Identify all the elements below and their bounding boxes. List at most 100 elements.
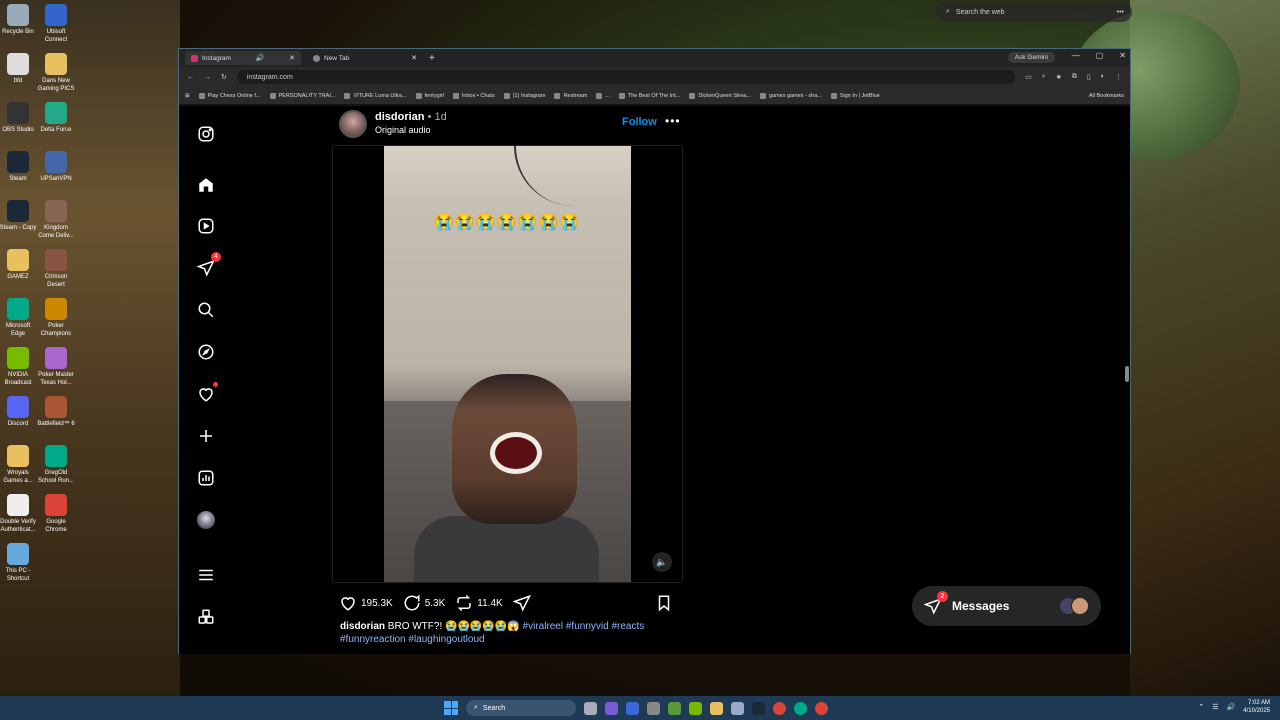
- clock[interactable]: 7:02 AM 4/10/2025: [1243, 699, 1270, 715]
- instagram-logo-icon[interactable]: [195, 123, 217, 145]
- minimize-icon[interactable]: —: [1072, 51, 1080, 60]
- app-icon[interactable]: [731, 701, 744, 715]
- desktop-icon[interactable]: Recycle Bin: [0, 4, 38, 36]
- task-view-icon[interactable]: [584, 701, 597, 715]
- desktop-icon[interactable]: Ubisoft Connect: [36, 4, 76, 44]
- bookmark-item[interactable]: VITURE Luma Ultra...: [344, 92, 407, 99]
- dashboard-icon[interactable]: [195, 467, 217, 489]
- page-scrollbar[interactable]: [1125, 366, 1129, 382]
- bookmark-item[interactable]: Sign In | JetBlue: [830, 92, 880, 99]
- desktop-icon[interactable]: Microsoft Edge: [0, 298, 38, 338]
- bookmark-item[interactable]: The Best Of The Int...: [618, 92, 680, 99]
- close-tab-icon[interactable]: ✕: [411, 54, 417, 62]
- bookmark-item[interactable]: Inbox • Chats: [452, 92, 495, 99]
- desktop-icon[interactable]: OBS Studio: [0, 102, 38, 134]
- url-field[interactable]: instagram.com: [236, 70, 1016, 84]
- nvidia-icon[interactable]: [689, 701, 702, 715]
- desktop-icon[interactable]: Double Verify Authenticat...: [0, 494, 38, 534]
- bookmark-item[interactable]: games games - sha...: [759, 92, 822, 99]
- desktop-icon[interactable]: NVIDIA Broadcast: [0, 347, 38, 387]
- zoom-icon[interactable]: ⌕: [1042, 73, 1046, 81]
- audio-label[interactable]: Original audio: [375, 125, 431, 135]
- desktop-icon[interactable]: Poker Champions: [36, 298, 76, 338]
- bookmark-item[interactable]: fentygirl: [415, 92, 444, 99]
- reels-icon[interactable]: [195, 215, 217, 237]
- bookmark-item[interactable]: Restream: [554, 92, 587, 99]
- bookmark-item[interactable]: DickenQueen Strea...: [689, 92, 751, 99]
- profile-avatar[interactable]: [195, 509, 217, 531]
- desktop-icon[interactable]: Discord: [0, 396, 38, 428]
- edge-icon[interactable]: [794, 701, 807, 715]
- save-button[interactable]: [655, 594, 673, 612]
- more-menu-icon[interactable]: [195, 564, 217, 586]
- bookmark-star-icon[interactable]: ★: [1056, 73, 1062, 81]
- chrome-icon[interactable]: [815, 701, 828, 715]
- explore-compass-icon[interactable]: [195, 341, 217, 363]
- steam-icon[interactable]: [752, 701, 765, 715]
- app-icon[interactable]: [605, 701, 618, 715]
- messages-button[interactable]: 2 Messages: [912, 586, 1101, 626]
- desktop-icon[interactable]: Delta Force: [36, 102, 76, 134]
- more-icon[interactable]: •••: [1117, 9, 1124, 16]
- desktop-icon[interactable]: Kingdom Come Deliv...: [36, 200, 76, 240]
- speaker-icon[interactable]: 🔊: [256, 54, 265, 62]
- bookmark-item[interactable]: PERSONALITY TRAI...: [269, 92, 335, 99]
- tab-instagram[interactable]: Instagram 🔊 ✕: [185, 51, 301, 65]
- ask-gemini-button[interactable]: Ask Gemini: [1007, 52, 1055, 63]
- desktop-icon[interactable]: Steam: [0, 151, 38, 183]
- desktop-icon[interactable]: bfd: [0, 53, 38, 85]
- desktop-icon[interactable]: Wroyals Games a...: [0, 445, 38, 485]
- desktop-icon[interactable]: GregOld School Run...: [36, 445, 76, 485]
- author-avatar[interactable]: [339, 110, 367, 138]
- desktop-icon[interactable]: This PC - Shortcut: [0, 543, 38, 583]
- desktop-icon[interactable]: Google Chrome: [36, 494, 76, 534]
- file-explorer-icon[interactable]: [710, 701, 723, 715]
- bookmark-item[interactable]: ...: [596, 92, 610, 99]
- desktop-icon[interactable]: Steam - Copy: [0, 200, 38, 232]
- home-icon[interactable]: [195, 174, 217, 196]
- chevron-up-icon[interactable]: ⌃: [1198, 703, 1204, 711]
- forward-icon[interactable]: →: [204, 74, 211, 81]
- app-icon[interactable]: [668, 701, 681, 715]
- bookmark-item[interactable]: (1) Instagram: [503, 92, 545, 99]
- desktop-icon[interactable]: Battlefield™ 6: [36, 396, 76, 428]
- cast-icon[interactable]: ▭: [1025, 73, 1032, 81]
- web-search-bar[interactable]: ⌕ Search the web •••: [936, 2, 1132, 22]
- all-bookmarks-button[interactable]: All Bookmarks: [1089, 93, 1124, 99]
- taskbar-search[interactable]: ⌕ Search: [466, 700, 576, 716]
- new-tab-button[interactable]: +: [429, 53, 435, 64]
- reel-video[interactable]: 😭😭😭😭😭😭😭 🔈: [332, 145, 683, 583]
- follow-button[interactable]: Follow: [622, 116, 657, 128]
- desktop-icon[interactable]: Poker Master Texas Hol...: [36, 347, 76, 387]
- username-text[interactable]: disdorian: [375, 111, 425, 123]
- menu-icon[interactable]: ⋮: [1115, 73, 1122, 81]
- app-icon[interactable]: [626, 701, 639, 715]
- direct-messages-icon[interactable]: 4: [195, 252, 221, 279]
- meta-apps-icon[interactable]: [195, 606, 217, 628]
- close-window-icon[interactable]: ✕: [1119, 51, 1126, 60]
- sound-toggle-icon[interactable]: 🔈: [652, 552, 672, 572]
- settings-gear-icon[interactable]: [647, 701, 660, 715]
- chrome-icon[interactable]: [773, 701, 786, 715]
- desktop-icon[interactable]: UPSanVPN: [36, 151, 76, 183]
- close-tab-icon[interactable]: ✕: [289, 54, 295, 62]
- sidebar-icon[interactable]: ▯: [1087, 73, 1091, 81]
- back-icon[interactable]: ←: [187, 74, 194, 81]
- repost-button[interactable]: 11.4K: [455, 594, 503, 612]
- tab-new-tab[interactable]: New Tab ✕: [307, 51, 423, 65]
- desktop-icon[interactable]: Dans New Gaming PICS: [36, 53, 76, 93]
- create-plus-icon[interactable]: [195, 425, 217, 447]
- profile-icon[interactable]: ◐: [1101, 73, 1105, 81]
- author-username[interactable]: disdorian • 1d: [375, 111, 447, 123]
- notifications-heart-icon[interactable]: [195, 382, 218, 405]
- apps-grid-icon[interactable]: ⊞: [185, 93, 190, 99]
- extensions-icon[interactable]: ⧉: [1072, 73, 1077, 81]
- desktop-icon[interactable]: GAMEZ: [0, 249, 38, 281]
- start-windows-icon[interactable]: [444, 701, 458, 715]
- search-icon[interactable]: [195, 299, 217, 321]
- desktop-icon[interactable]: Crimson Desert: [36, 249, 76, 289]
- post-options-icon[interactable]: •••: [665, 114, 681, 128]
- volume-icon[interactable]: 🔊: [1227, 703, 1236, 711]
- bookmark-item[interactable]: Play Chess Online f...: [198, 92, 261, 99]
- maximize-icon[interactable]: ▢: [1096, 51, 1104, 60]
